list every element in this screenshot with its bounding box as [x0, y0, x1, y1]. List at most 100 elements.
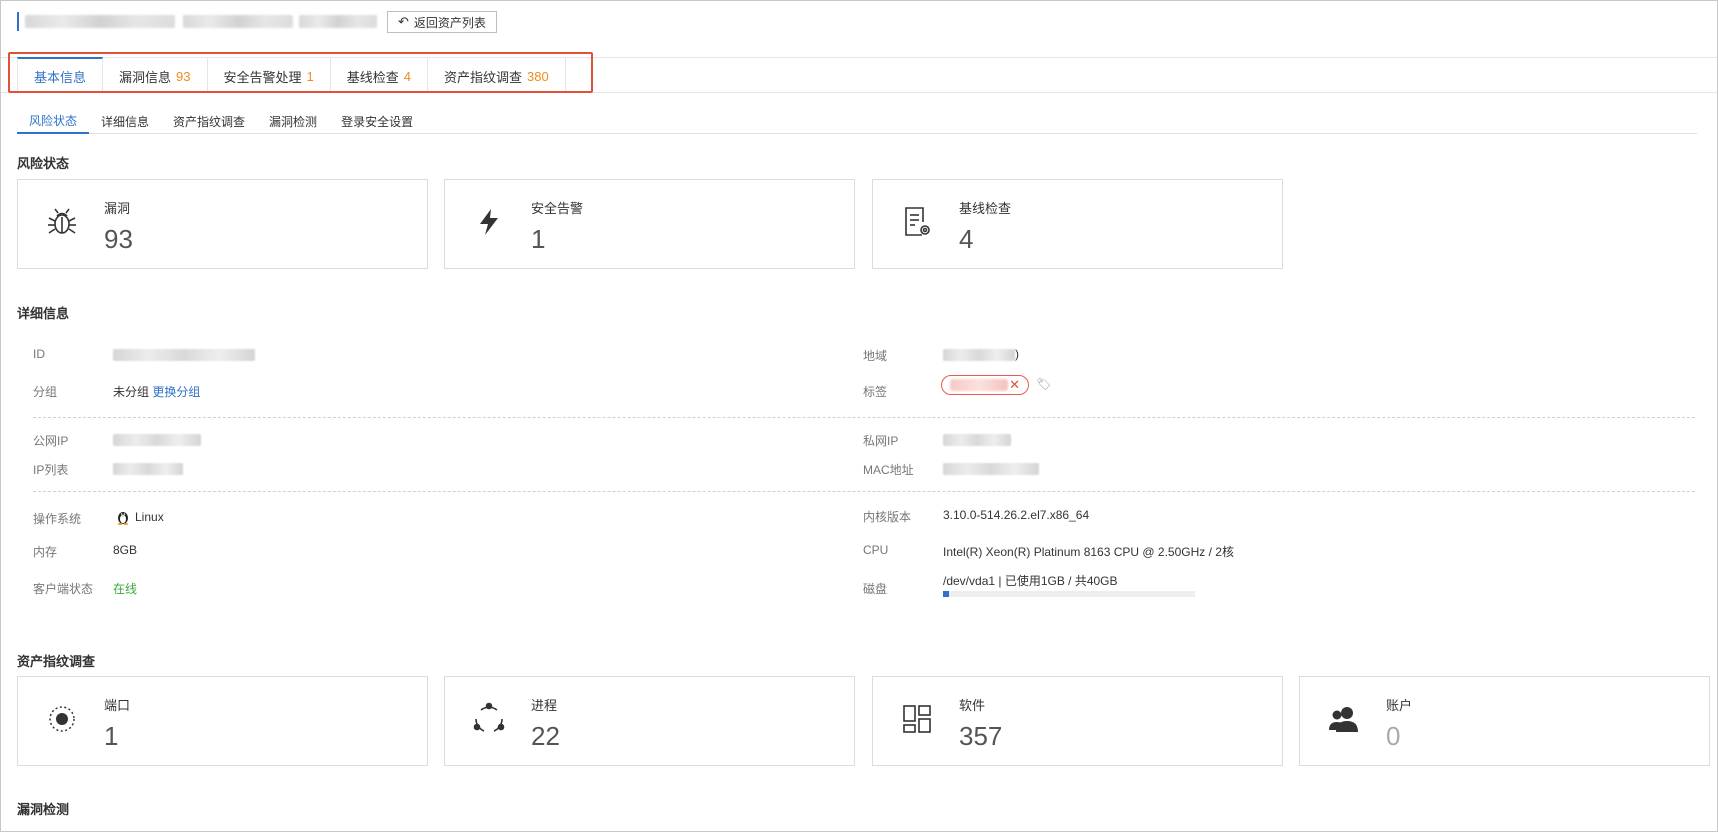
- memory-value: 8GB: [113, 543, 138, 557]
- tab-label: 资产指纹调查: [444, 69, 523, 85]
- group-label: 分组: [33, 385, 58, 399]
- undo-arrow-icon: ↶: [398, 14, 409, 29]
- linux-penguin-icon: [117, 512, 129, 525]
- card-value: 22: [531, 721, 560, 751]
- checklist-icon: [899, 204, 935, 240]
- fingerprint-card-software[interactable]: 软件 357: [872, 676, 1283, 766]
- bug-icon: [44, 204, 80, 240]
- private-ip-label: 私网IP: [863, 434, 899, 448]
- title-accent-bar: [17, 12, 19, 31]
- divider: [33, 491, 1695, 492]
- section-title-risk: 风险状态: [17, 156, 70, 171]
- cpu-value: Intel(R) Xeon(R) Platinum 8163 CPU @ 2.5…: [943, 545, 1234, 559]
- tab-security-alerts[interactable]: 安全告警处理 1: [208, 57, 331, 93]
- subtab-asset-fingerprint[interactable]: 资产指纹调查: [161, 109, 257, 134]
- os-value: Linux: [115, 509, 164, 525]
- tag-label: 标签: [863, 385, 888, 399]
- software-grid-icon: [899, 701, 935, 737]
- tab-label: 基本信息: [34, 69, 87, 85]
- tab-count: 4: [403, 68, 411, 84]
- disk-usage-fill: [943, 591, 950, 597]
- tab-label: 漏洞信息: [119, 69, 172, 85]
- users-icon: [1326, 701, 1362, 737]
- group-text: 未分组: [113, 385, 150, 399]
- lightning-icon: [471, 204, 507, 240]
- region-suffix: ): [1015, 347, 1019, 361]
- fingerprint-card-process[interactable]: 进程 22: [444, 676, 855, 766]
- card-value: 93: [104, 224, 133, 254]
- cpu-label: CPU: [863, 543, 889, 557]
- card-label: 安全告警: [531, 201, 584, 216]
- subtab-risk-status[interactable]: 风险状态: [17, 109, 90, 134]
- tab-vulnerability-info[interactable]: 漏洞信息 93: [103, 57, 208, 93]
- public-ip-redacted: [113, 432, 201, 446]
- back-button-label: 返回资产列表: [413, 15, 486, 30]
- divider: [33, 417, 1695, 418]
- section-title-fingerprint: 资产指纹调查: [17, 654, 96, 669]
- tab-label: 安全告警处理: [223, 69, 302, 85]
- kernel-value: 3.10.0-514.26.2.el7.x86_64: [943, 508, 1090, 522]
- subtab-login-security[interactable]: 登录安全设置: [329, 109, 425, 134]
- mac-label: MAC地址: [863, 463, 914, 477]
- main-tabs: 基本信息 漏洞信息 93 安全告警处理 1 基线检查 4 资产指纹调查 380: [17, 57, 566, 93]
- card-value: 357: [959, 721, 1003, 751]
- card-label: 进程: [531, 698, 558, 713]
- tab-basic-info[interactable]: 基本信息: [17, 57, 104, 93]
- risk-card-baseline[interactable]: 基线检查 4: [872, 179, 1283, 269]
- port-icon: [44, 701, 80, 737]
- tag-icon[interactable]: 🏷: [1036, 377, 1051, 391]
- risk-card-vulnerability[interactable]: 漏洞 93: [17, 179, 428, 269]
- mac-redacted: [943, 461, 1039, 475]
- tab-count: 380: [527, 68, 549, 84]
- subtab-vuln-detect[interactable]: 漏洞检测: [257, 109, 329, 134]
- change-group-link[interactable]: 更换分组: [152, 385, 200, 399]
- disk-usage-bar: [943, 591, 1195, 597]
- fingerprint-card-account[interactable]: 账户 0: [1299, 676, 1710, 766]
- private-ip-redacted: [943, 432, 1011, 446]
- id-label: ID: [33, 347, 45, 361]
- asset-ip-redacted: [183, 15, 293, 28]
- card-value: 1: [104, 721, 119, 751]
- process-icon: [471, 701, 507, 737]
- tab-count: 93: [176, 68, 191, 84]
- disk-value: /dev/vda1 | 已使用1GB / 共40GB: [943, 574, 1118, 588]
- memory-label: 内存: [33, 545, 58, 559]
- tab-baseline-check[interactable]: 基线检查 4: [331, 57, 428, 93]
- public-ip-label: 公网IP: [33, 434, 69, 448]
- asset-detail-page: ↶ 返回资产列表 基本信息 漏洞信息 93 安全告警处理 1 基线检查 4 资产…: [0, 0, 1718, 832]
- tag-text-redacted: [950, 379, 1008, 391]
- card-label: 基线检查: [959, 201, 1012, 216]
- client-status-value: 在线: [113, 582, 138, 596]
- card-label: 账户: [1386, 698, 1413, 713]
- tag-pill[interactable]: ✕: [941, 375, 1029, 395]
- ip-list-label: IP列表: [33, 463, 69, 477]
- top-bar: ↶ 返回资产列表: [1, 1, 1717, 57]
- remove-tag-icon[interactable]: ✕: [1009, 377, 1020, 393]
- region-value: ): [943, 347, 1019, 361]
- anchor-subtabs: 风险状态 详细信息 资产指纹调查 漏洞检测 登录安全设置: [17, 109, 1697, 134]
- os-label: 操作系统: [33, 512, 82, 526]
- subtab-detail-info[interactable]: 详细信息: [89, 109, 161, 134]
- group-value: 未分组 更换分组: [113, 383, 200, 400]
- card-value: 4: [959, 224, 974, 254]
- fingerprint-card-port[interactable]: 端口 1: [17, 676, 428, 766]
- section-title-detail: 详细信息: [17, 306, 70, 321]
- region-label: 地域: [863, 349, 888, 363]
- id-value-redacted: [113, 347, 255, 361]
- asset-name-redacted: [25, 15, 175, 28]
- back-to-asset-list-button[interactable]: ↶ 返回资产列表: [387, 11, 497, 33]
- card-label: 端口: [104, 698, 131, 713]
- tab-count: 1: [306, 68, 314, 84]
- section-title-vuln-detect: 漏洞检测: [17, 802, 70, 817]
- card-value: 0: [1386, 721, 1401, 751]
- tab-asset-fingerprint[interactable]: 资产指纹调查 380: [428, 57, 566, 93]
- asset-region-redacted: [299, 15, 377, 28]
- ip-list-redacted: [113, 461, 183, 475]
- kernel-label: 内核版本: [863, 510, 912, 524]
- disk-label: 磁盘: [863, 582, 888, 596]
- client-status-label: 客户端状态: [33, 582, 94, 596]
- card-label: 软件: [959, 698, 986, 713]
- risk-card-security-alert[interactable]: 安全告警 1: [444, 179, 855, 269]
- card-value: 1: [531, 224, 546, 254]
- card-label: 漏洞: [104, 201, 131, 216]
